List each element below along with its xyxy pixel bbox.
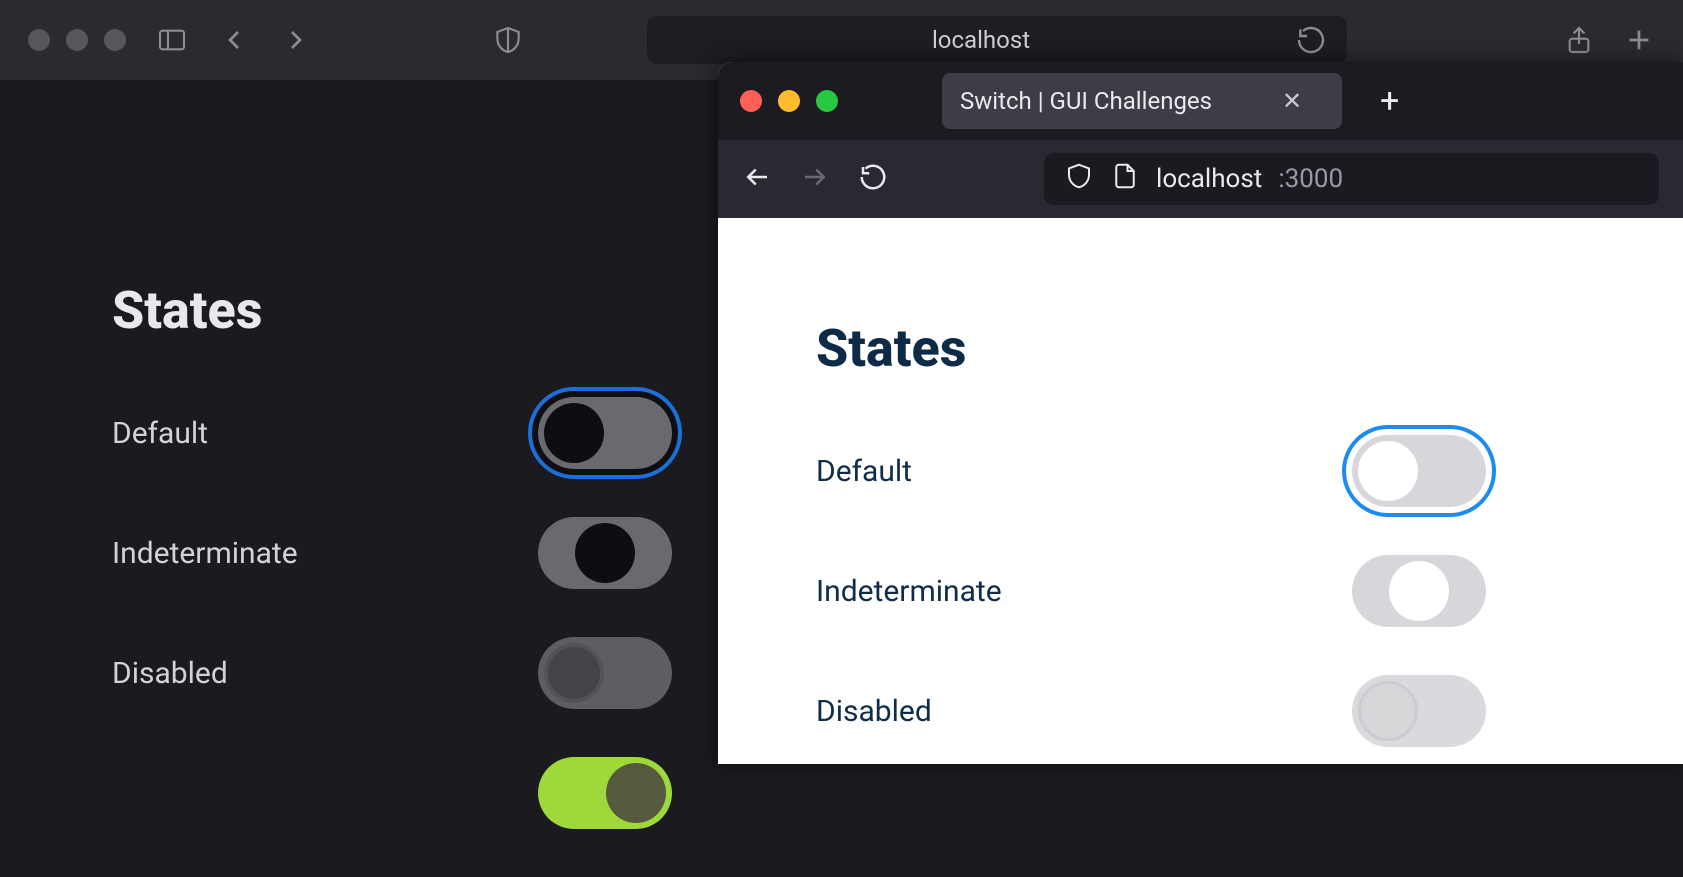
forward-icon [800, 162, 830, 196]
switch-thumb [544, 643, 604, 703]
switch-label: Indeterminate [112, 536, 298, 571]
page-icon [1110, 161, 1140, 198]
switch-indeterminate[interactable] [538, 517, 672, 589]
switch-indeterminate[interactable] [1352, 555, 1486, 627]
back-icon[interactable] [218, 24, 250, 56]
switch-row-indeterminate: Indeterminate [112, 517, 672, 589]
switch-disabled [538, 637, 672, 709]
switch-row-checked [112, 757, 672, 829]
switch-default[interactable] [1352, 435, 1486, 507]
close-tab-icon[interactable]: ✕ [1282, 87, 1302, 115]
sidebar-toggle-icon[interactable] [156, 24, 188, 56]
traffic-close-icon[interactable] [740, 90, 762, 112]
address-port: :3000 [1278, 164, 1343, 194]
switch-label: Disabled [112, 656, 228, 691]
traffic-zoom-icon[interactable] [816, 90, 838, 112]
switch-disabled [1352, 675, 1486, 747]
browser-traffic-lights [740, 90, 838, 112]
traffic-minimize-icon[interactable] [778, 90, 800, 112]
switch-row-default: Default [816, 435, 1486, 507]
tab-title: Switch | GUI Challenges [960, 87, 1212, 115]
switch-row-indeterminate: Indeterminate [816, 555, 1486, 627]
switch-thumb [606, 763, 666, 823]
switch-default[interactable] [538, 397, 672, 469]
new-tab-icon[interactable] [1623, 24, 1655, 56]
reload-icon[interactable] [1295, 24, 1327, 56]
forward-icon[interactable] [280, 24, 312, 56]
switch-row-disabled: Disabled [816, 675, 1486, 747]
share-icon[interactable] [1563, 24, 1595, 56]
switch-row-default: Default [112, 397, 672, 469]
traffic-zoom-icon[interactable] [104, 29, 126, 51]
switch-thumb [1389, 561, 1449, 621]
switch-label: Indeterminate [816, 574, 1002, 609]
switch-thumb [544, 403, 604, 463]
browser-tab[interactable]: Switch | GUI Challenges ✕ [942, 73, 1342, 129]
switch-disabled-checked [538, 757, 672, 829]
browser-tabstrip: Switch | GUI Challenges ✕ + [718, 62, 1683, 140]
browser-navbar: localhost :3000 [718, 140, 1683, 218]
safari-traffic-lights [28, 29, 126, 51]
switch-label: Default [816, 454, 912, 489]
back-icon[interactable] [742, 162, 772, 196]
traffic-minimize-icon[interactable] [66, 29, 88, 51]
switch-thumb [1358, 441, 1418, 501]
safari-address-bar[interactable]: localhost [647, 16, 1347, 64]
switch-label: Disabled [816, 694, 932, 729]
switch-row-disabled: Disabled [112, 637, 672, 709]
traffic-close-icon[interactable] [28, 29, 50, 51]
shield-icon[interactable] [1064, 161, 1094, 198]
switch-thumb [575, 523, 635, 583]
shield-icon[interactable] [492, 24, 524, 56]
switch-thumb [1358, 681, 1418, 741]
page-heading: States [816, 318, 1683, 379]
reload-icon[interactable] [858, 162, 888, 196]
browser-window: Switch | GUI Challenges ✕ + localhost :30… [718, 62, 1683, 764]
new-tab-icon[interactable]: + [1380, 81, 1399, 121]
browser-address-bar[interactable]: localhost :3000 [1044, 153, 1659, 205]
browser-page-content: States Default Indeterminate Disabled [718, 218, 1683, 747]
safari-address-text: localhost [932, 26, 1030, 54]
address-host: localhost [1156, 164, 1262, 194]
switch-label: Default [112, 416, 208, 451]
